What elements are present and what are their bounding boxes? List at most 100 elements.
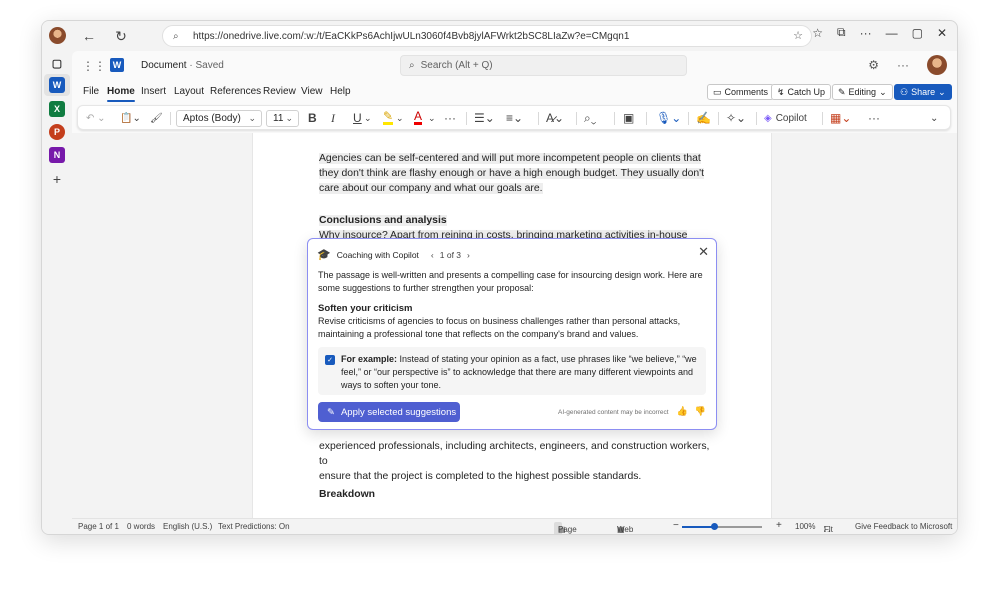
format-painter-icon[interactable]: 🖌	[150, 110, 163, 126]
powerpoint-app-icon[interactable]: P	[49, 124, 65, 140]
more-icon[interactable]: ···	[860, 26, 872, 40]
add-in-icon[interactable]: ▦⌄	[830, 110, 851, 126]
word-count[interactable]: 0 words	[127, 522, 155, 531]
zoom-out-icon[interactable]: −	[673, 520, 679, 531]
share-button[interactable]: ⚇ Share ⌄	[894, 84, 952, 100]
favorites-icon[interactable]: ☆	[812, 26, 823, 40]
tabs-icon[interactable]: ▢	[49, 55, 65, 71]
styles-icon[interactable]: A̷⌄	[546, 110, 564, 126]
find-icon[interactable]: ⌕⌄	[584, 110, 596, 126]
card-intro: The passage is well-written and presents…	[318, 270, 703, 293]
tab-help[interactable]: Help	[330, 86, 351, 97]
tab-home[interactable]: Home	[107, 86, 135, 102]
status-bar: Page 1 of 1 0 words English (U.S.) Text …	[72, 518, 957, 534]
back-icon[interactable]: ←	[78, 25, 100, 47]
chevron-down-icon[interactable]: ⌄	[364, 110, 372, 126]
close-icon[interactable]: ✕	[698, 244, 709, 260]
example-checkbox[interactable]: ✓	[325, 355, 335, 365]
editing-mode-button[interactable]: ✎ Editing ⌄	[832, 84, 893, 100]
designer-icon[interactable]: ✧⌄	[726, 110, 746, 126]
collections-icon[interactable]: ⧉	[837, 25, 846, 40]
chevron-down-icon[interactable]: ⌄	[428, 110, 436, 126]
highlight-icon[interactable]: ✎	[383, 109, 394, 125]
excel-app-icon[interactable]: X	[49, 101, 65, 117]
onenote-app-icon[interactable]: N	[49, 147, 65, 163]
tab-view[interactable]: View	[301, 86, 323, 97]
chevron-left-icon[interactable]: ‹	[431, 250, 434, 260]
more-font-options-icon[interactable]: ···	[444, 110, 456, 126]
divider	[538, 112, 539, 125]
dictate-icon[interactable]: 🎙⌄	[656, 110, 681, 126]
comments-button[interactable]: ▭ Comments	[707, 84, 775, 100]
tab-review[interactable]: Review	[263, 86, 296, 97]
chevron-right-icon[interactable]: ›	[467, 250, 470, 260]
add-app-icon[interactable]: +	[49, 171, 65, 187]
divider	[614, 112, 615, 125]
example-text: For example: Instead of stating your opi…	[341, 354, 697, 390]
word-app-icon[interactable]: W	[49, 77, 65, 93]
catch-up-button[interactable]: ↯ Catch Up	[771, 84, 832, 100]
divider	[718, 112, 719, 125]
profile-avatar[interactable]	[49, 27, 66, 44]
settings-icon[interactable]: ⚙	[868, 58, 879, 72]
document-title[interactable]: Document · Saved	[141, 60, 224, 71]
maximize-icon[interactable]: ▢	[912, 26, 923, 40]
search-icon: ⌕	[409, 60, 415, 71]
address-bar[interactable]: ⌕ https://onedrive.live.com/:w:/t/EaCKkP…	[162, 25, 812, 47]
undo-icon[interactable]: ↶ ⌄	[86, 110, 106, 126]
underline-button[interactable]: U	[353, 110, 362, 126]
ribbon-toolbar: ↶ ⌄ 📋⌄ 🖌 Aptos (Body) ⌄ 11 ⌄ B I U ⌄ ✎ ⌄ A…	[77, 105, 951, 130]
thumbs-down-icon[interactable]: 👎	[695, 406, 706, 417]
tab-file[interactable]: File	[83, 86, 99, 97]
paragraph-professionals[interactable]: experienced professionals, including arc…	[319, 439, 711, 484]
heading-conclusions[interactable]: Conclusions and analysis	[319, 213, 711, 228]
paragraph-agencies[interactable]: Agencies can be self-centered and will p…	[319, 151, 711, 196]
tab-references[interactable]: References	[210, 86, 261, 97]
feedback-thumbs: 👍 👎	[677, 406, 706, 417]
apply-suggestions-button[interactable]: ✎ Apply selected suggestions	[318, 402, 460, 422]
word-logo-icon: W	[110, 58, 124, 72]
tab-layout[interactable]: Layout	[174, 86, 204, 97]
font-family-dropdown[interactable]: Aptos (Body) ⌄	[176, 110, 262, 127]
bold-button[interactable]: B	[308, 110, 317, 126]
zoom-in-icon[interactable]: +	[776, 520, 782, 531]
divider	[822, 112, 823, 125]
paste-icon[interactable]: 📋⌄	[120, 110, 141, 126]
bullets-icon[interactable]: ☰⌄	[474, 110, 495, 126]
more-options-icon[interactable]: ···	[897, 58, 909, 72]
divider	[646, 112, 647, 125]
tab-insert[interactable]: Insert	[141, 86, 166, 97]
comment-icon: ▭	[713, 86, 722, 97]
editor-icon[interactable]: ✍	[696, 110, 711, 126]
feedback-link[interactable]: Give Feedback to Microsoft	[855, 522, 952, 531]
app-rail: ▢ W X P N +	[42, 21, 72, 534]
search-box[interactable]: ⌕ Search (Alt + Q)	[400, 55, 687, 76]
url-text: https://onedrive.live.com/:w:/t/EaCKkPs6…	[193, 30, 630, 42]
favorite-star-icon[interactable]: ☆	[793, 29, 803, 42]
search-icon: ⌕	[173, 30, 179, 42]
minimize-icon[interactable]: —	[886, 26, 898, 40]
card-pager: ‹ 1 of 3 ›	[431, 250, 470, 260]
language-status[interactable]: English (U.S.)	[163, 522, 212, 531]
text-predictions-status[interactable]: Text Predictions: On	[218, 522, 290, 531]
user-avatar[interactable]	[927, 55, 947, 75]
italic-button[interactable]: I	[331, 110, 335, 126]
zoom-level[interactable]: 100%	[795, 522, 815, 531]
expand-ribbon-icon[interactable]: ⌄	[930, 110, 938, 126]
heading-breakdown[interactable]: Breakdown	[319, 487, 711, 502]
app-titlebar: ⋮⋮⋮ W Document · Saved ⌕ Search (Alt + Q…	[72, 51, 957, 79]
more-commands-icon[interactable]: ···	[868, 110, 880, 126]
copilot-button[interactable]: ◈ Copilot	[764, 110, 807, 126]
thumbs-up-icon[interactable]: 👍	[677, 406, 688, 417]
font-color-button[interactable]: A	[414, 109, 423, 125]
chevron-down-icon[interactable]: ⌄	[396, 110, 404, 126]
font-size-dropdown[interactable]: 11 ⌄	[266, 110, 299, 127]
page-count: Page 1 of 1	[78, 522, 119, 531]
close-window-icon[interactable]: ✕	[937, 26, 947, 40]
image-icon[interactable]: ▣	[623, 110, 634, 126]
page-view-button[interactable]: ▤ Page View	[554, 522, 577, 534]
zoom-slider-knob[interactable]	[711, 523, 718, 530]
refresh-icon[interactable]: ↻	[110, 25, 132, 47]
zoom-slider[interactable]	[682, 523, 762, 530]
align-icon[interactable]: ≡⌄	[506, 110, 523, 126]
